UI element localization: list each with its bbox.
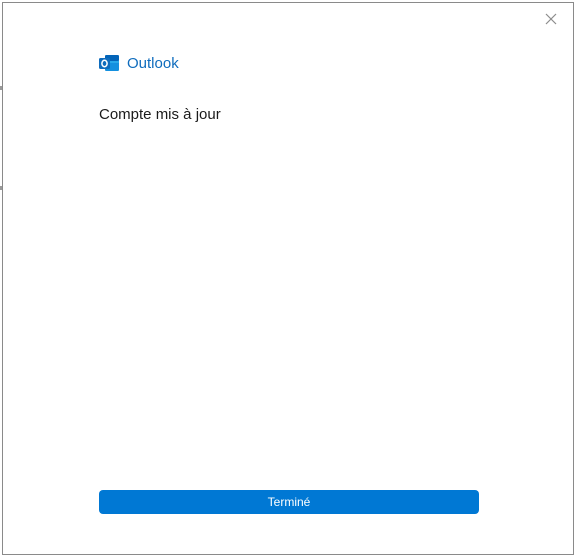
outlook-brand: Outlook bbox=[99, 54, 179, 73]
outlook-logo-icon bbox=[99, 55, 119, 71]
brand-name: Outlook bbox=[127, 55, 179, 72]
page-title: Compte mis à jour bbox=[99, 106, 221, 123]
close-button[interactable] bbox=[543, 11, 559, 27]
done-button[interactable]: Terminé bbox=[99, 490, 479, 514]
account-dialog: Outlook Compte mis à jour Terminé bbox=[2, 2, 574, 555]
close-icon bbox=[545, 13, 557, 25]
